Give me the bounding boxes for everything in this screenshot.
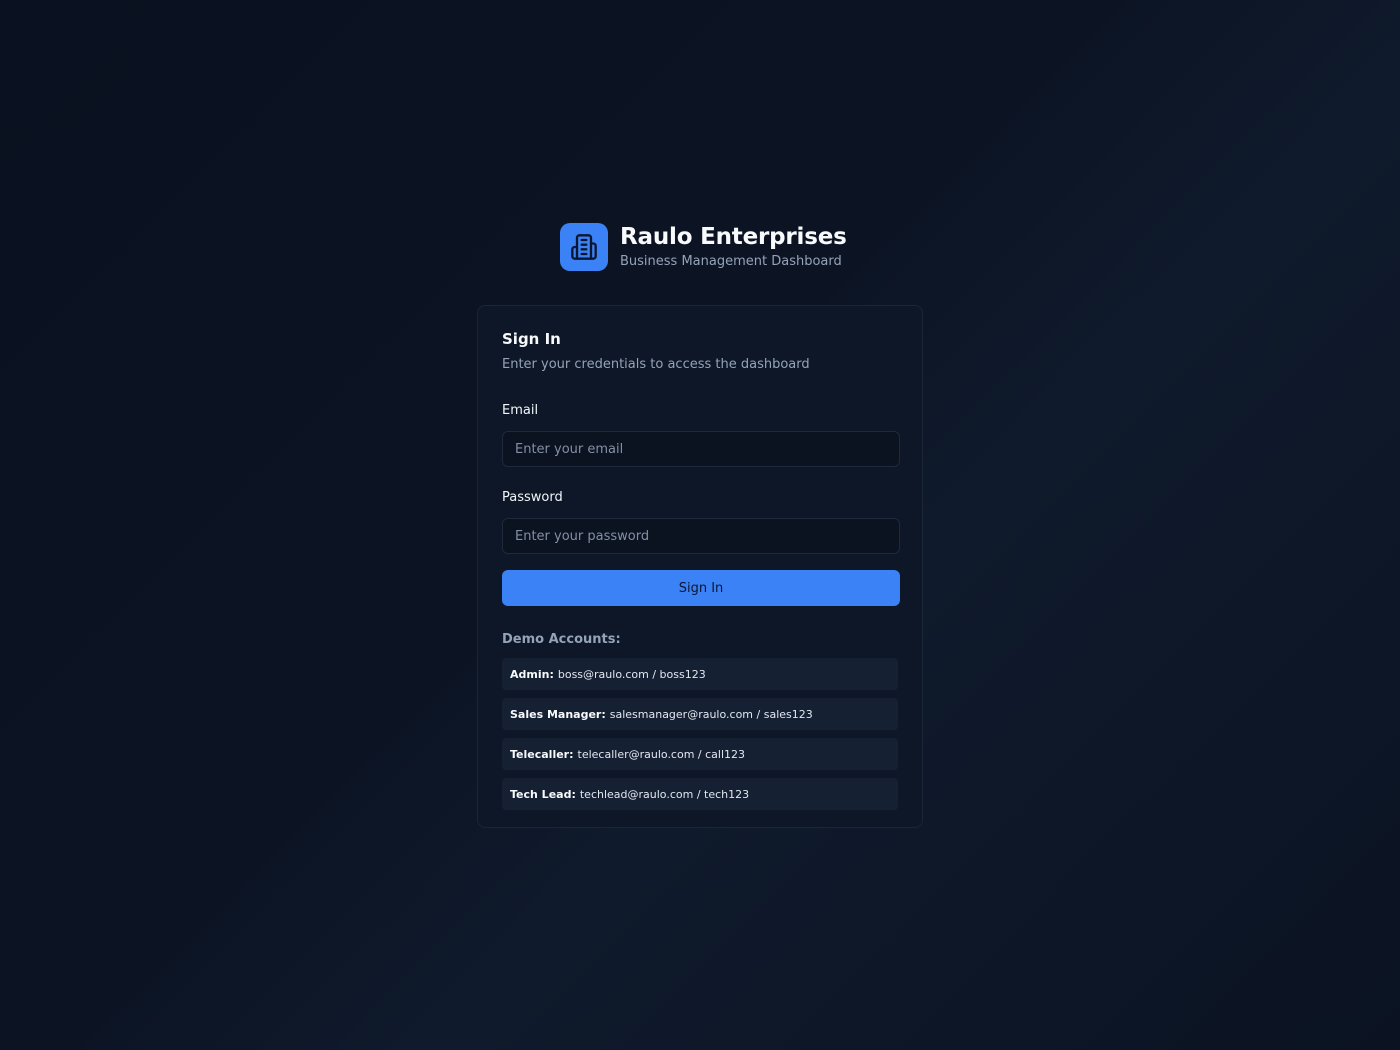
demo-account-item: Admin: boss@raulo.com / boss123 [502, 658, 898, 690]
demo-accounts-list: Admin: boss@raulo.com / boss123 Sales Ma… [502, 658, 898, 810]
building-icon [571, 234, 597, 260]
signin-description: Enter your credentials to access the das… [502, 357, 810, 372]
demo-account-credentials: techlead@raulo.com / tech123 [579, 787, 750, 801]
demo-account-credentials: boss@raulo.com / boss123 [557, 667, 706, 681]
email-input[interactable] [502, 431, 900, 467]
signin-title: Sign In [502, 330, 561, 348]
demo-account-credentials: salesmanager@raulo.com / sales123 [609, 707, 813, 721]
demo-account-item: Tech Lead: techlead@raulo.com / tech123 [502, 778, 898, 810]
sign-in-button[interactable]: Sign In [502, 570, 900, 606]
demo-account-credentials: telecaller@raulo.com / call123 [577, 747, 746, 761]
signin-card: Sign In Enter your credentials to access… [477, 305, 923, 828]
brand-logo [560, 223, 608, 271]
password-input[interactable] [502, 518, 900, 554]
demo-account-item: Telecaller: telecaller@raulo.com / call1… [502, 738, 898, 770]
email-label: Email [502, 403, 539, 418]
password-label: Password [502, 490, 563, 505]
demo-account-role: Admin: [510, 667, 554, 681]
brand-header: Raulo Enterprises Business Management Da… [560, 223, 847, 271]
brand-title: Raulo Enterprises [620, 224, 847, 250]
demo-account-role: Telecaller: [510, 747, 574, 761]
demo-accounts-title: Demo Accounts: [502, 632, 621, 647]
brand-subtitle: Business Management Dashboard [620, 254, 842, 269]
demo-account-role: Tech Lead: [510, 787, 576, 801]
demo-account-role: Sales Manager: [510, 707, 606, 721]
demo-account-item: Sales Manager: salesmanager@raulo.com / … [502, 698, 898, 730]
